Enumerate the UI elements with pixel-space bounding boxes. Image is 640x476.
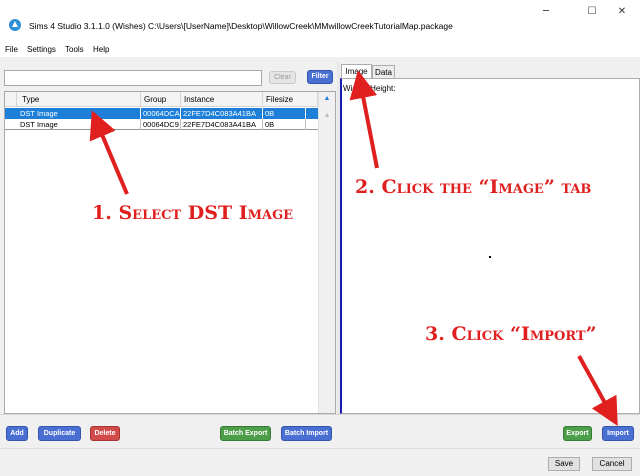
annotation-step2: 2. Click the “Image” tab [355, 176, 592, 198]
batch-import-button[interactable]: Batch Import [281, 426, 332, 441]
image-tab-content: Width: Height: [340, 78, 640, 414]
column-header-instance[interactable]: Instance [181, 92, 263, 107]
search-input[interactable] [4, 70, 262, 86]
resource-grid: Type Group Instance Filesize DST Image 0… [4, 91, 336, 414]
batch-export-button[interactable]: Batch Export [220, 426, 271, 441]
maximize-button[interactable]: ☐ [579, 4, 605, 20]
preview-pane: Image Data Width: Height: [340, 62, 640, 414]
tab-data[interactable]: Data [372, 65, 395, 79]
cell-filesize: 0B [263, 108, 306, 119]
cancel-button[interactable]: Cancel [592, 457, 632, 471]
table-row[interactable]: DST Image 00064DC9 22FE7D4C083A41BA 0B [5, 119, 318, 130]
cell-instance: 22FE7D4C083A41BA [181, 108, 263, 119]
annotation-step3: 3. Click “Import” [425, 323, 597, 345]
menu-file[interactable]: File [5, 45, 18, 54]
menu-tools[interactable]: Tools [65, 45, 84, 54]
duplicate-button[interactable]: Duplicate [38, 426, 81, 441]
cell-instance: 22FE7D4C083A41BA [181, 119, 263, 130]
menu-settings[interactable]: Settings [27, 45, 56, 54]
menu-bar: File Settings Tools Help [0, 44, 640, 57]
table-row[interactable]: DST Image 00064DCA 22FE7D4C083A41BA 0B [5, 108, 318, 119]
cell-group: 00064DCA [143, 108, 181, 119]
delete-button[interactable]: Delete [90, 426, 120, 441]
resource-list-pane: Clear Filter Type Group Instance Filesiz… [0, 62, 336, 414]
row-marker [5, 108, 17, 119]
save-button[interactable]: Save [548, 457, 580, 471]
cell-group: 00064DC9 [141, 119, 181, 130]
add-button[interactable]: Add [6, 426, 28, 441]
width-label: Width: [343, 84, 366, 93]
header-row-marker [5, 92, 17, 107]
scroll-down-icon[interactable]: ▲ [322, 112, 332, 120]
action-bar: Add Duplicate Delete Batch Export Batch … [0, 414, 640, 448]
grid-scrollbar[interactable]: ▲ ▲ [318, 92, 335, 413]
cell-type: DST Image [17, 119, 141, 130]
annotation-step1: 1. Select DST Image [92, 202, 294, 224]
column-header-filesize[interactable]: Filesize [263, 92, 318, 107]
window-title: Sims 4 Studio 3.1.1.0 (Wishes) C:\Users\… [29, 21, 453, 31]
tab-image[interactable]: Image [341, 64, 372, 79]
title-bar: Sims 4 Studio 3.1.1.0 (Wishes) C:\Users\… [0, 0, 640, 44]
row-marker [5, 119, 17, 130]
dialog-footer: Save Cancel [0, 448, 640, 476]
cell-type: DST Image [17, 108, 141, 119]
minimize-button[interactable]: ─ [533, 4, 559, 20]
import-button[interactable]: Import [602, 426, 634, 441]
export-button[interactable]: Export [563, 426, 592, 441]
menu-help[interactable]: Help [93, 45, 109, 54]
cell-filesize: 0B [263, 119, 306, 130]
image-preview-dot [489, 256, 491, 258]
height-label: Height: [370, 84, 396, 93]
close-button[interactable]: ✕ [609, 4, 635, 20]
app-logo-icon [9, 19, 21, 31]
clear-button[interactable]: Clear [269, 71, 296, 84]
image-dimensions: Width: Height: [343, 84, 395, 93]
column-header-group[interactable]: Group [141, 92, 181, 107]
scroll-up-icon[interactable]: ▲ [322, 95, 332, 103]
filter-button[interactable]: Filter [307, 70, 333, 84]
column-header-type[interactable]: Type [17, 92, 141, 107]
grid-header: Type Group Instance Filesize [5, 92, 318, 107]
